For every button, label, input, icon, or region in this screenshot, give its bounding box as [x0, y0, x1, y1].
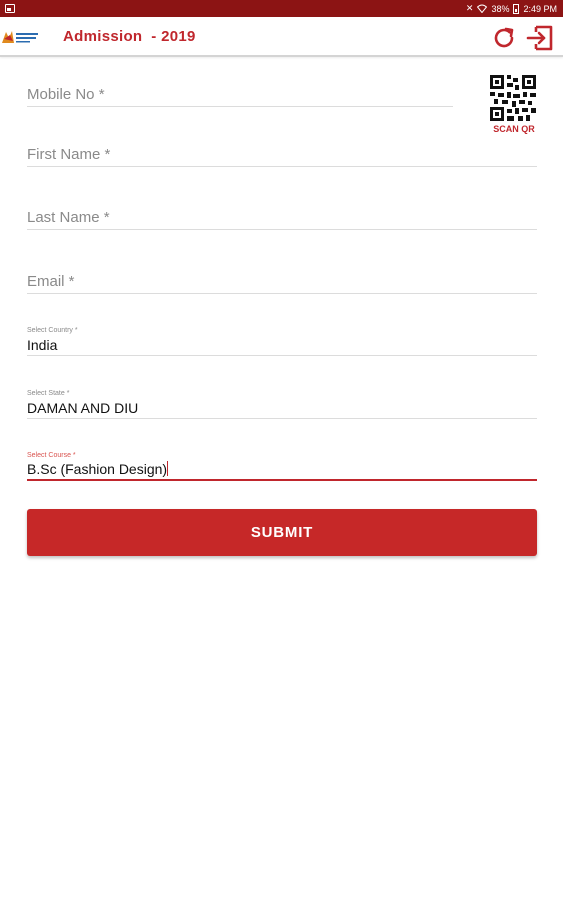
mobile-field[interactable]: Mobile No *	[27, 84, 453, 107]
email-placeholder: Email *	[27, 273, 75, 290]
first-name-field[interactable]: First Name *	[27, 145, 537, 167]
first-name-placeholder: First Name *	[27, 146, 111, 163]
country-label: Select Country *	[27, 327, 78, 334]
college-logo-icon	[2, 31, 38, 43]
course-select[interactable]: Select Course * B.Sc (Fashion Design)	[27, 452, 537, 481]
country-select[interactable]: Select Country * India	[27, 327, 537, 356]
mobile-placeholder: Mobile No *	[27, 86, 105, 103]
course-underline	[27, 479, 537, 481]
status-bar-right: ✕ 38% 2:49 PM	[466, 2, 557, 15]
image-icon	[5, 4, 15, 13]
wifi-icon	[477, 4, 488, 13]
battery-percent: 38%	[491, 3, 510, 14]
state-label: Select State *	[27, 390, 70, 397]
country-underline	[27, 355, 537, 356]
state-value: DAMAN AND DIU	[27, 400, 139, 416]
mobile-underline	[27, 106, 453, 107]
state-select[interactable]: Select State * DAMAN AND DIU	[27, 390, 537, 419]
state-underline	[27, 418, 537, 419]
email-field[interactable]: Email *	[27, 272, 537, 294]
course-label: Select Course *	[27, 452, 76, 459]
app-bar: Admission - 2019	[0, 17, 563, 57]
first-name-underline	[27, 166, 537, 167]
email-underline	[27, 293, 537, 294]
course-value: B.Sc (Fashion Design)	[27, 461, 168, 477]
text-cursor	[167, 461, 169, 476]
country-value: India	[27, 337, 58, 353]
last-name-underline	[27, 229, 537, 230]
last-name-field[interactable]: Last Name *	[27, 208, 537, 230]
qr-code-icon[interactable]	[490, 75, 536, 121]
submit-button[interactable]: SUBMIT	[27, 509, 537, 556]
exit-icon[interactable]	[525, 23, 555, 53]
last-name-placeholder: Last Name *	[27, 209, 110, 226]
refresh-icon[interactable]	[490, 24, 518, 52]
battery-icon	[513, 3, 520, 14]
status-bar: ✕ 38% 2:49 PM	[0, 0, 563, 17]
page-title: Admission - 2019	[63, 28, 196, 45]
course-value-wrap: B.Sc (Fashion Design)	[27, 461, 169, 477]
scan-qr-label[interactable]: SCAN QR	[487, 124, 541, 134]
status-time: 2:49 PM	[523, 3, 557, 14]
mute-icon: ✕	[465, 3, 474, 13]
